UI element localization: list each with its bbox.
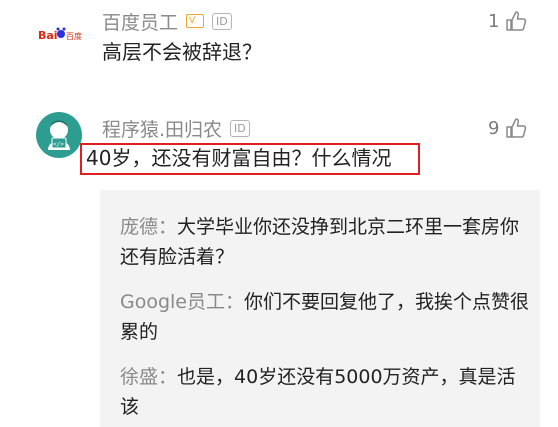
reply-author[interactable]: Google员工：	[120, 291, 244, 313]
avatar[interactable]: Bai 百度	[36, 12, 82, 58]
id-badge: ID	[230, 119, 250, 137]
thumbs-up-icon	[506, 118, 527, 138]
reply-text: 大学毕业你还没挣到北京二环里一套房你还有脸活着？	[120, 216, 520, 268]
reply-author[interactable]: 庞德：	[120, 216, 177, 238]
reply-author[interactable]: 徐盛：	[120, 366, 177, 388]
avatar[interactable]: </>	[36, 112, 82, 158]
reply-thread: 庞德：大学毕业你还没挣到北京二环里一套房你还有脸活着？ Google员工：你们不…	[100, 190, 540, 427]
svg-text:</>: </>	[53, 141, 64, 148]
thumbs-up-icon	[506, 11, 527, 31]
comment-text: 高层不会被辞退？	[102, 40, 262, 64]
comment-header: 程序猿.田归农 ID	[102, 115, 250, 141]
like-count: 9	[488, 117, 500, 139]
svg-text:Bai: Bai	[38, 29, 58, 42]
svg-text:百度: 百度	[66, 31, 82, 41]
id-badge: ID	[212, 12, 232, 30]
comment-item: </> 程序猿.田归农 ID 9 40岁，还没有财富自由？什么情况	[0, 100, 558, 190]
verified-icon: V	[186, 14, 205, 28]
reply-item[interactable]: 庞德：大学毕业你还没挣到北京二环里一套房你还有脸活着？	[120, 212, 530, 272]
reply-item[interactable]: Google员工：你们不要回复他了，我挨个点赞很累的	[120, 287, 530, 347]
reply-text: 也是，40岁还没有5000万资产，真是活该	[120, 366, 516, 418]
comment-author[interactable]: 百度员工	[102, 8, 178, 35]
comment-header: 百度员工 V ID	[102, 8, 232, 34]
like-button[interactable]: 9	[488, 115, 527, 141]
comment-author[interactable]: 程序猿.田归农	[102, 115, 222, 142]
like-count: 1	[488, 10, 500, 32]
reply-item[interactable]: 徐盛：也是，40岁还没有5000万资产，真是活该	[120, 362, 530, 422]
comment-text: 40岁，还没有财富自由？什么情况	[86, 146, 392, 170]
baidu-logo-icon: Bai 百度	[36, 12, 82, 58]
developer-avatar-icon: </>	[36, 112, 82, 158]
comment-item: Bai 百度 百度员工 V ID 1 高层不会被辞退？	[0, 0, 558, 100]
like-button[interactable]: 1	[488, 8, 527, 34]
